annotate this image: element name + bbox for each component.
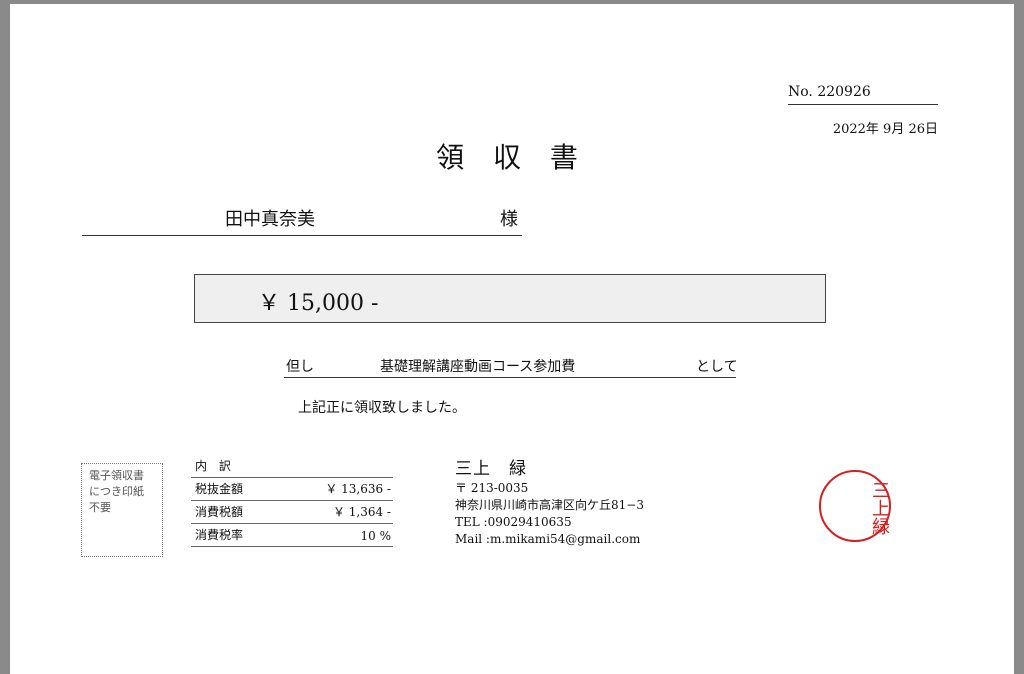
breakdown-row: 消費税率 10 % (191, 524, 393, 547)
issuer-name: 三上 緑 (455, 459, 527, 479)
proviso-text: 基礎理解講座動画コース参加費 (380, 359, 576, 375)
proviso-prefix: 但し (286, 359, 314, 375)
amount-value: ￥ 15,000 - (258, 291, 379, 316)
stamp-note-line: 不要 (89, 501, 111, 514)
seal-text: 三上緑 (869, 481, 890, 535)
receipt-number: No. 220926 (788, 84, 938, 105)
received-statement: 上記正に領収致しました。 (298, 400, 466, 416)
receipt-title: 領 収 書 (436, 141, 588, 174)
issuer-postal: 〒 213-0035 (455, 481, 529, 495)
revenue-stamp-note: 電子領収書 につき印紙 不要 (81, 463, 163, 557)
breakdown-row-value: ￥ 13,636 - (325, 482, 391, 496)
proviso-suffix: として (696, 359, 738, 375)
issuer-mail: Mail :m.mikami54@gmail.com (455, 532, 641, 546)
breakdown-row-label: 消費税額 (195, 505, 244, 519)
issuer-tel: TEL :09029410635 (455, 515, 572, 529)
breakdown-header: 内 訳 (191, 456, 393, 478)
stamp-note-line: 電子領収書 (89, 469, 144, 482)
breakdown-row-value: ￥ 1,364 - (332, 505, 391, 519)
recipient-honorific: 様 (500, 209, 518, 230)
receipt-date: 2022年 9月 26日 (832, 122, 938, 137)
breakdown-row: 税抜金額 ￥ 13,636 - (191, 478, 393, 501)
recipient-name: 田中真奈美 (225, 209, 315, 230)
stamp-note-line: につき印紙 (89, 485, 144, 498)
name-seal-stamp: 三上緑 (819, 470, 891, 542)
breakdown-row-label: 消費税率 (195, 528, 244, 542)
breakdown-table: 内 訳 税抜金額 ￥ 13,636 - 消費税額 ￥ 1,364 - 消費税率 … (191, 456, 393, 547)
receipt-page: No. 220926 2022年 9月 26日 領 収 書 田中真奈美 様 ￥ … (10, 4, 1014, 674)
breakdown-header-label: 内 訳 (195, 459, 235, 473)
breakdown-row: 消費税額 ￥ 1,364 - (191, 501, 393, 524)
breakdown-row-label: 税抜金額 (195, 482, 244, 496)
breakdown-row-value: 10 % (360, 529, 392, 543)
issuer-details: 〒 213-0035 神奈川県川崎市高津区向ケ丘81−3 TEL :090294… (455, 480, 644, 548)
issuer-address: 神奈川県川崎市高津区向ケ丘81−3 (455, 498, 644, 512)
